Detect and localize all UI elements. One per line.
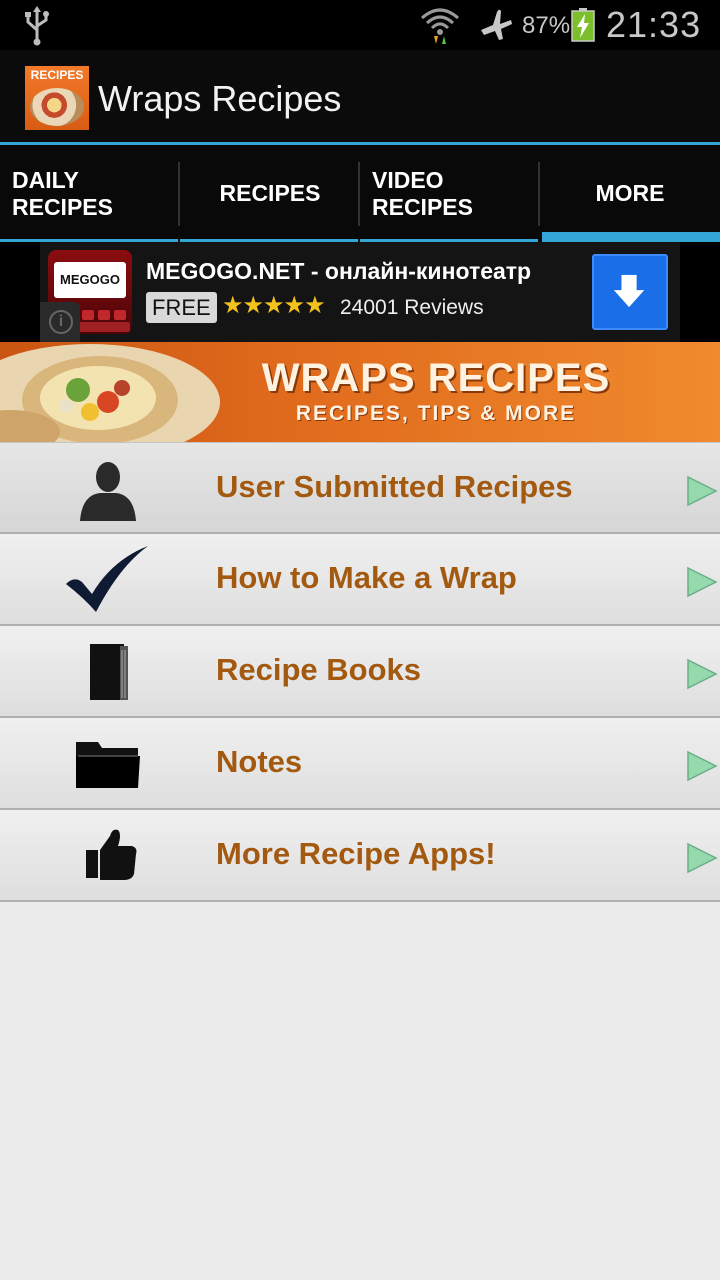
ad-title: MEGOGO.NET - онлайн-кинотеатр	[146, 258, 532, 284]
menu-item-label: User Submitted Recipes	[216, 469, 573, 504]
thumbs-up-icon	[86, 829, 137, 880]
app-icon-label: RECIPES	[30, 68, 84, 82]
menu-item-how-to-make-a-wrap[interactable]: How to Make a Wrap	[0, 534, 720, 626]
menu-item-label: Notes	[216, 744, 303, 779]
menu-item-more-recipe-apps[interactable]: More Recipe Apps!	[0, 810, 720, 902]
book-icon	[90, 644, 128, 700]
chevron-right-icon	[687, 842, 718, 874]
rating-stars: ★★★★★	[222, 292, 326, 319]
info-icon: i	[49, 310, 73, 334]
chevron-right-icon	[687, 566, 718, 598]
ad-banner[interactable]: MEGOGO i MEGOGO.NET - онлайн-кинотеатр F…	[40, 242, 680, 342]
folder-icon	[76, 742, 140, 788]
download-button[interactable]	[592, 254, 668, 330]
tab-label: MORE	[595, 180, 665, 206]
menu-item-user-submitted-recipes[interactable]: User Submitted Recipes	[0, 442, 720, 534]
ad-review-count: 24001 Reviews	[340, 296, 484, 319]
app-title: Wraps Recipes	[98, 78, 342, 119]
tab-bar: DAILY RECIPES RECIPES VIDEO RECIPES MORE	[0, 145, 720, 242]
checkmark-icon	[66, 546, 148, 612]
banner-title: WRAPS RECIPES	[261, 356, 611, 400]
menu-item-label: Recipe Books	[216, 652, 422, 687]
tab-label: DAILY RECIPES	[12, 166, 113, 220]
menu-item-notes[interactable]: Notes	[0, 718, 720, 810]
action-bar: RECIPES Wraps Recipes	[0, 50, 720, 144]
header-banner: WRAPS RECIPES RECIPES, TIPS & MORE	[0, 342, 720, 442]
download-arrow-icon	[613, 274, 645, 308]
ad-info-button[interactable]: i	[40, 302, 80, 342]
clock: 21:33	[606, 4, 702, 45]
menu-item-label: How to Make a Wrap	[216, 560, 517, 595]
wrap-image	[0, 344, 220, 442]
status-bar: 87% 21:33	[0, 0, 720, 50]
usb-icon	[25, 6, 49, 46]
tab-label: RECIPES	[219, 180, 321, 206]
battery-charging-icon	[571, 8, 595, 42]
battery-percent: 87%	[522, 12, 571, 39]
tab-daily-recipes[interactable]: DAILY RECIPES	[0, 145, 180, 242]
airplane-mode-icon	[481, 9, 512, 40]
menu-item-recipe-books[interactable]: Recipe Books	[0, 626, 720, 718]
tab-more[interactable]: MORE	[540, 145, 720, 242]
wifi-icon	[421, 8, 459, 44]
menu-list: User Submitted Recipes How to Make a Wra…	[0, 442, 720, 902]
wrap-image	[30, 88, 84, 126]
banner-subtitle: RECIPES, TIPS & MORE	[295, 402, 577, 425]
ad-logo-text: MEGOGO	[54, 262, 126, 298]
tab-recipes[interactable]: RECIPES	[180, 145, 360, 242]
user-icon	[80, 462, 136, 521]
chevron-right-icon	[687, 475, 718, 507]
chevron-right-icon	[687, 750, 718, 782]
menu-item-label: More Recipe Apps!	[216, 836, 496, 871]
app-icon[interactable]: RECIPES	[25, 66, 89, 130]
tab-indicator-selected	[542, 232, 720, 242]
ad-banner-area: MEGOGO i MEGOGO.NET - онлайн-кинотеатр F…	[0, 242, 720, 342]
tab-video-recipes[interactable]: VIDEO RECIPES	[360, 145, 540, 242]
tab-label: VIDEO RECIPES	[372, 166, 473, 220]
chevron-right-icon	[687, 658, 718, 690]
ad-price-badge: FREE	[146, 292, 217, 323]
